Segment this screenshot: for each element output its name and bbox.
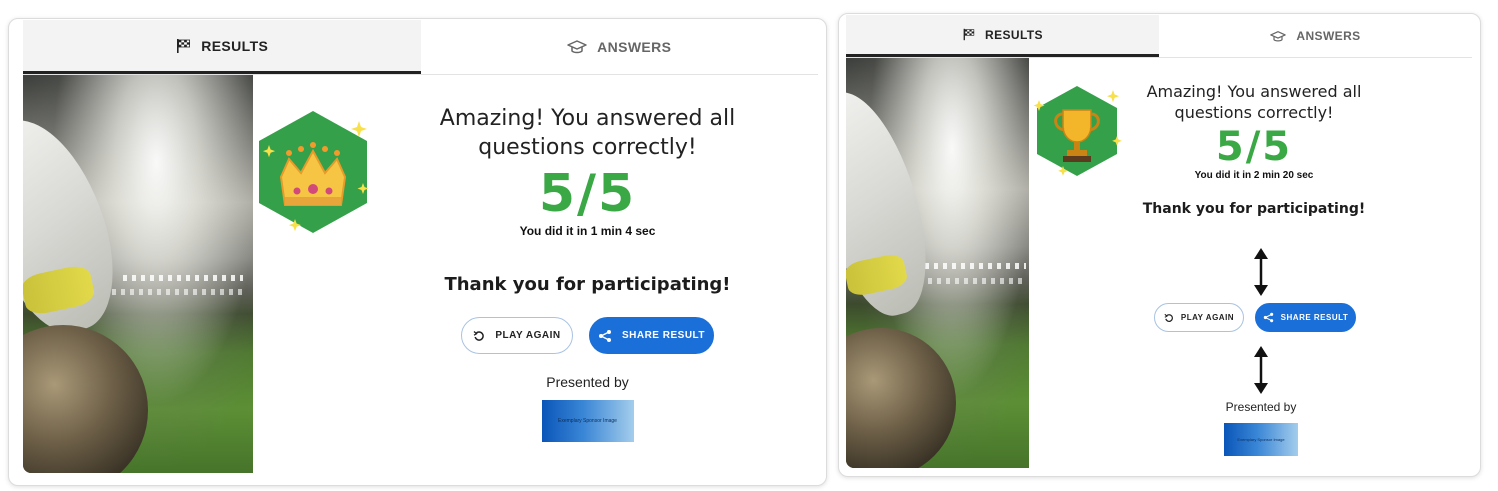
sponsor-image[interactable]: Exemplary Sponsor Image — [1224, 423, 1298, 456]
share-result-button[interactable]: SHARE RESULT — [1255, 303, 1356, 332]
result-summary: Amazing! You answered all questions corr… — [385, 105, 790, 443]
checkered-flag-icon — [963, 28, 975, 41]
play-again-button[interactable]: PLAY AGAIN — [461, 317, 573, 355]
tab-results[interactable]: RESULTS — [846, 15, 1159, 57]
sponsor-block: Presented by Exemplary Sponsor Image — [1179, 400, 1343, 456]
graduation-cap-icon — [1270, 30, 1287, 41]
graduation-cap-icon — [567, 40, 587, 54]
results-card-before: RESULTS ANSWERS Amazing! You answered al… — [8, 18, 827, 486]
share-result-label: SHARE RESULT — [621, 330, 706, 342]
thanks-message: Thank you for participating! — [444, 274, 731, 296]
time-taken: You did it in 1 min 4 sec — [519, 224, 656, 239]
sponsor-image-text: Exemplary Sponsor Image — [1237, 437, 1285, 442]
replay-icon — [1164, 313, 1173, 322]
vertical-spacing-arrow-icon — [1254, 248, 1268, 296]
tab-results-label: RESULTS — [201, 37, 269, 54]
presented-by-label: Presented by — [1225, 400, 1297, 414]
share-icon — [1263, 312, 1273, 323]
sponsor-image-text: Exemplary Sponsor Image — [558, 418, 617, 425]
tab-results[interactable]: RESULTS — [23, 20, 421, 74]
tab-bar: RESULTS ANSWERS — [23, 20, 818, 75]
tab-results-label: RESULTS — [985, 27, 1043, 42]
tab-bar: RESULTS ANSWERS — [846, 15, 1472, 58]
share-result-label: SHARE RESULT — [1280, 313, 1349, 322]
trophy-badge-icon — [1033, 86, 1122, 176]
share-result-button[interactable]: SHARE RESULT — [589, 317, 714, 355]
time-taken: You did it in 2 min 20 sec — [1194, 169, 1314, 181]
presented-by-label: Presented by — [546, 374, 629, 391]
vertical-spacing-arrow-icon — [1254, 346, 1268, 394]
result-summary: Amazing! You answered all questions corr… — [1129, 82, 1379, 217]
tab-answers[interactable]: ANSWERS — [1159, 15, 1472, 57]
play-again-button[interactable]: PLAY AGAIN — [1154, 303, 1244, 332]
results-card-after: RESULTS ANSWERS Amazing! You answered al… — [838, 13, 1481, 477]
crown-badge-icon — [259, 111, 369, 233]
soccer-hero-image — [23, 75, 253, 473]
thanks-message: Thank you for participating! — [1142, 200, 1366, 217]
play-again-label: PLAY AGAIN — [1180, 313, 1235, 322]
tab-answers[interactable]: ANSWERS — [420, 20, 818, 74]
sponsor-image[interactable]: Exemplary Sponsor Image — [541, 400, 634, 443]
replay-icon — [473, 330, 485, 341]
checkered-flag-icon — [177, 38, 191, 53]
score: 5/5 — [538, 164, 637, 225]
headline: Amazing! You answered all questions corr… — [439, 106, 736, 160]
headline: Amazing! You answered all questions corr… — [1146, 82, 1362, 122]
play-again-label: PLAY AGAIN — [495, 330, 561, 342]
tab-answers-label: ANSWERS — [1296, 29, 1361, 43]
soccer-hero-image — [846, 58, 1029, 468]
tab-answers-label: ANSWERS — [597, 39, 672, 55]
share-icon — [598, 329, 611, 342]
score: 5/5 — [1215, 123, 1293, 170]
